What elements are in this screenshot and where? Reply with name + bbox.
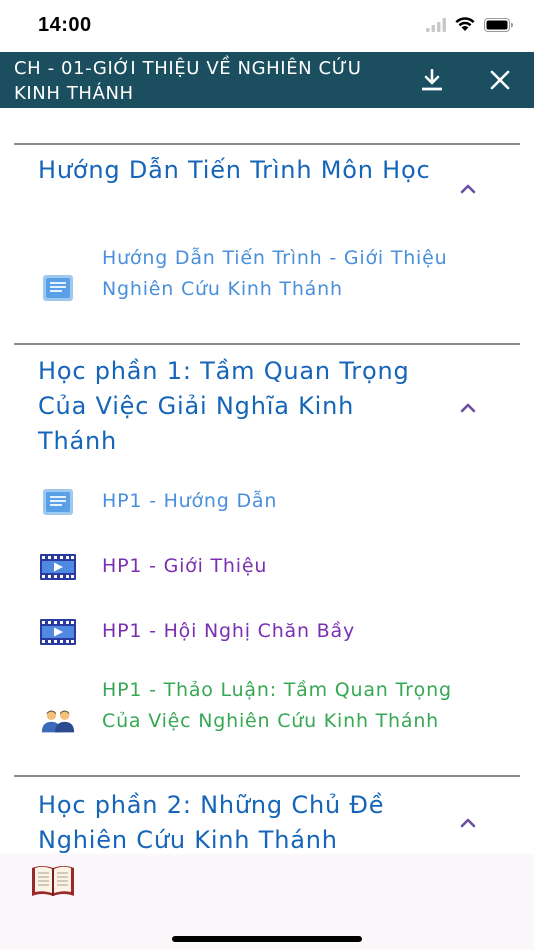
- section-title[interactable]: Học phần 2: Những Chủ Đề Nghiên Cứu Kinh…: [38, 788, 438, 854]
- discussion-icon: [40, 706, 76, 734]
- document-icon: [40, 488, 76, 516]
- app-bar: CH - 01-GIỚI THIỆU VỀ NGHIÊN CỨU KINH TH…: [0, 52, 534, 108]
- section-divider: [14, 775, 520, 777]
- list-item[interactable]: HP1 - Hướng Dẫn: [0, 480, 534, 524]
- status-bar: 14:00: [0, 0, 534, 52]
- battery-icon: [484, 17, 514, 36]
- list-item-label: HP1 - Hội Nghị Chăn Bầy: [102, 620, 355, 642]
- close-icon: [490, 70, 510, 90]
- list-item[interactable]: Hướng Dẫn Tiến Trình - Giới Thiệu Nghiên…: [0, 242, 534, 336]
- list-item-label: HP1 - Hướng Dẫn: [102, 490, 278, 512]
- chevron-up-icon[interactable]: [458, 816, 478, 830]
- home-indicator: [172, 936, 362, 942]
- wifi-icon: [454, 16, 476, 36]
- status-icons: [426, 16, 514, 36]
- cellular-signal-icon: [426, 17, 446, 36]
- book-icon[interactable]: [30, 862, 76, 898]
- list-item-label: HP1 - Thảo Luận: Tầm Quan Trọng Của Việc…: [102, 679, 452, 732]
- status-time: 14:00: [38, 14, 92, 36]
- section-title[interactable]: Học phần 1: Tầm Quan Trọng Của Việc Giải…: [38, 354, 438, 459]
- download-button[interactable]: [414, 62, 450, 98]
- list-item[interactable]: HP1 - Hội Nghị Chăn Bầy: [0, 610, 534, 654]
- section-divider: [14, 343, 520, 345]
- list-item-label: HP1 - Giới Thiệu: [102, 555, 268, 577]
- list-item[interactable]: HP1 - Giới Thiệu: [0, 545, 534, 589]
- document-icon: [40, 274, 76, 302]
- section-divider: [14, 143, 520, 145]
- chevron-up-icon[interactable]: [458, 401, 478, 415]
- section-title[interactable]: Hướng Dẫn Tiến Trình Môn Học: [38, 153, 438, 188]
- list-item[interactable]: HP1 - Thảo Luận: Tầm Quan Trọng Của Việc…: [0, 674, 534, 770]
- close-button[interactable]: [482, 62, 518, 98]
- list-item-label: Hướng Dẫn Tiến Trình - Giới Thiệu Nghiên…: [102, 247, 448, 300]
- download-icon: [422, 69, 442, 91]
- chevron-up-icon[interactable]: [458, 182, 478, 196]
- course-outline-list[interactable]: Hướng Dẫn Tiến Trình Môn Học Hướng Dẫn T…: [0, 108, 534, 854]
- video-icon: [40, 553, 76, 581]
- bottom-bar: [0, 854, 534, 950]
- page-title: CH - 01-GIỚI THIỆU VỀ NGHIÊN CỨU KINH TH…: [14, 58, 362, 104]
- video-icon: [40, 618, 76, 646]
